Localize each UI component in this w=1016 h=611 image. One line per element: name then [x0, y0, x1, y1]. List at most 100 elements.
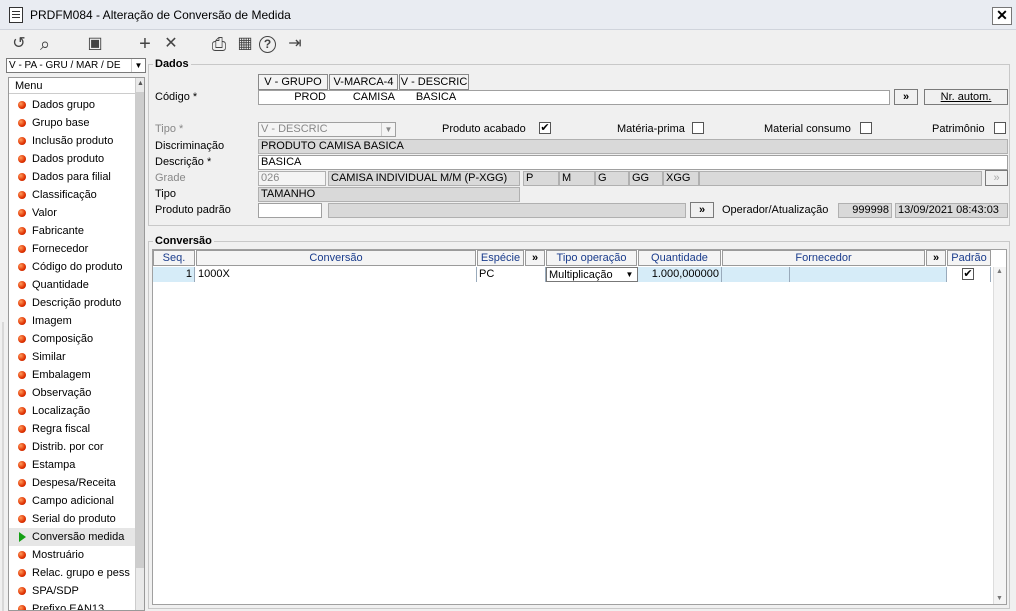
grade-size-p: P — [523, 171, 559, 186]
menu-item-label: Distrib. por cor — [32, 441, 104, 453]
menu-item[interactable]: Código do produto — [9, 258, 135, 276]
menu-item[interactable]: Dados grupo — [9, 96, 135, 114]
bullet-icon — [18, 281, 26, 289]
material-consumo-checkbox[interactable] — [860, 122, 872, 134]
col-fornecedor[interactable]: Fornecedor — [722, 250, 925, 266]
grid-scrollbar[interactable]: ▲ ▼ — [993, 267, 1006, 604]
col-especie[interactable]: Espécie — [477, 250, 524, 266]
menu-item-label: Quantidade — [32, 279, 89, 291]
descricao-field[interactable]: BASICA — [258, 155, 1008, 170]
bullet-icon — [18, 389, 26, 397]
menu-item[interactable]: Campo adicional — [9, 492, 135, 510]
exit-icon[interactable]: ⇥ — [284, 34, 306, 54]
menu-item-label: Despesa/Receita — [32, 477, 116, 489]
add-icon[interactable]: + — [134, 34, 156, 54]
menu-item[interactable]: Conversão medida — [9, 528, 135, 546]
menu-item[interactable]: Imagem — [9, 312, 135, 330]
undo-icon[interactable]: ↺ — [8, 34, 30, 54]
dados-title: Dados — [153, 58, 191, 70]
codigo-grupo-value[interactable]: PROD — [259, 91, 328, 104]
menu-item[interactable]: Localização — [9, 402, 135, 420]
menu-item[interactable]: Distrib. por cor — [9, 438, 135, 456]
produto-padrao-more-button[interactable]: » — [690, 202, 714, 218]
col-especie-more[interactable]: » — [525, 250, 545, 266]
menu-scrollbar[interactable]: ▲ — [135, 78, 144, 610]
cell-seq[interactable]: 1 — [153, 267, 195, 282]
tipo-select[interactable]: V - DESCRIC ▼ — [258, 122, 396, 137]
bullet-icon — [18, 587, 26, 595]
col-quantidade[interactable]: Quantidade — [638, 250, 721, 266]
menu-item[interactable]: Classificação — [9, 186, 135, 204]
navigation-combo[interactable]: V - PA - GRU / MAR / DE ▼ — [6, 58, 146, 73]
cell-conversao[interactable]: 1000X — [196, 267, 477, 282]
menu-item[interactable]: Serial do produto — [9, 510, 135, 528]
col-tipo-operacao[interactable]: Tipo operação — [546, 250, 637, 266]
help-icon[interactable]: ? — [259, 36, 276, 53]
codigo-more-button[interactable]: » — [894, 89, 918, 105]
menu-item[interactable]: Estampa — [9, 456, 135, 474]
produto-padrao-field[interactable] — [258, 203, 322, 218]
save-icon[interactable]: ▣ — [84, 34, 106, 54]
menu-item-label: Classificação — [32, 189, 97, 201]
menu-item[interactable]: Inclusão produto — [9, 132, 135, 150]
left-edge — [2, 322, 4, 611]
menu-item[interactable]: Observação — [9, 384, 135, 402]
grade-more-button[interactable]: » — [985, 170, 1008, 186]
menu-item-label: Serial do produto — [32, 513, 116, 525]
menu-item[interactable]: Fornecedor — [9, 240, 135, 258]
materia-prima-checkbox[interactable] — [692, 122, 704, 134]
bullet-icon — [18, 173, 26, 181]
patrimonio-checkbox[interactable] — [994, 122, 1006, 134]
grade-label: Grade — [155, 172, 186, 184]
menu-item[interactable]: Fabricante — [9, 222, 135, 240]
bullet-icon — [18, 299, 26, 307]
produto-acabado-checkbox[interactable]: ✔ — [539, 122, 551, 134]
produto-acabado-label: Produto acabado — [442, 123, 526, 135]
padrao-checkbox[interactable]: ✔ — [962, 268, 974, 280]
delete-icon[interactable]: ✕ — [160, 34, 182, 54]
menu-item[interactable]: Quantidade — [9, 276, 135, 294]
col-conversao[interactable]: Conversão — [196, 250, 476, 266]
menu-item-label: Valor — [32, 207, 57, 219]
menu-item[interactable]: Valor — [9, 204, 135, 222]
cell-fornecedor[interactable] — [722, 267, 790, 282]
scroll-up-icon[interactable]: ▲ — [996, 268, 1003, 275]
menu-item[interactable]: Embalagem — [9, 366, 135, 384]
descricao-label: Descrição * — [155, 156, 212, 168]
chevron-down-icon[interactable]: ▼ — [623, 268, 636, 281]
chevron-down-icon[interactable]: ▼ — [381, 123, 395, 136]
bullet-icon — [18, 461, 26, 469]
col-seq[interactable]: Seq. — [153, 250, 195, 266]
codigo-descric-value[interactable]: BASICA — [404, 91, 468, 104]
menu-item[interactable]: Prefixo EAN13 — [9, 600, 135, 610]
codigo-marca-value[interactable]: CAMISA — [329, 91, 397, 104]
codigo-col-marca: V-MARCA-4 — [329, 74, 398, 90]
cell-especie[interactable]: PC — [477, 267, 546, 282]
menu-item[interactable]: Despesa/Receita — [9, 474, 135, 492]
menu-item[interactable]: Relac. grupo e pess — [9, 564, 135, 582]
search-icon[interactable]: ⌕ — [34, 34, 56, 54]
chevron-down-icon[interactable]: ▼ — [131, 59, 145, 72]
cell-quantidade[interactable]: 1.000,000000 — [638, 267, 722, 282]
menu-item[interactable]: Similar — [9, 348, 135, 366]
menu-item[interactable]: Mostruário — [9, 546, 135, 564]
menu-item-label: Estampa — [32, 459, 76, 471]
scroll-up-icon[interactable]: ▲ — [137, 80, 144, 87]
menu-item[interactable]: Dados produto — [9, 150, 135, 168]
menu-item-label: Campo adicional — [32, 495, 114, 507]
menu-item[interactable]: Grupo base — [9, 114, 135, 132]
menu-item[interactable]: SPA/SDP — [9, 582, 135, 600]
menu-item[interactable]: Composição — [9, 330, 135, 348]
col-padrao[interactable]: Padrão — [947, 250, 991, 266]
menu-item[interactable]: Dados para filial — [9, 168, 135, 186]
close-button[interactable]: ✕ — [992, 7, 1012, 25]
menu-item[interactable]: Descrição produto — [9, 294, 135, 312]
menu-scrollbar-thumb[interactable] — [136, 92, 144, 568]
cell-tipo-operacao[interactable]: Multiplicação ▼ — [546, 267, 638, 282]
menu-item[interactable]: Regra fiscal — [9, 420, 135, 438]
scroll-down-icon[interactable]: ▼ — [996, 595, 1003, 602]
calendar-icon[interactable]: ▦ — [234, 34, 256, 54]
print-icon[interactable]: ⎙ — [208, 34, 230, 54]
auto-number-button[interactable]: Nr. autom. — [924, 89, 1008, 105]
col-fornecedor-more[interactable]: » — [926, 250, 946, 266]
